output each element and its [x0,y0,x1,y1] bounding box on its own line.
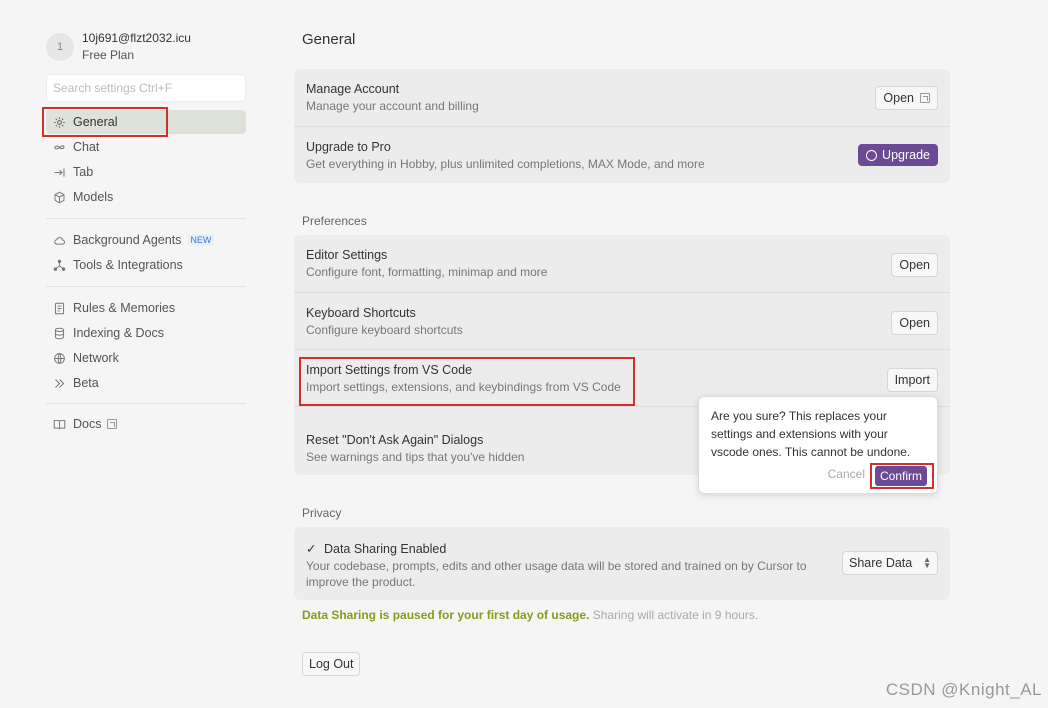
keyboard-shortcuts-row: Keyboard Shortcuts Configure keyboard sh… [294,292,950,349]
data-sharing-description: Your codebase, prompts, edits and other … [306,559,807,589]
gear-icon [52,115,66,129]
data-sharing-title: ✓ Data Sharing Enabled [306,542,447,556]
row-title: Import Settings from VS Code [306,363,473,377]
sidebar-divider [46,218,246,219]
manage-account-open-button[interactable]: Open [875,86,938,110]
sidebar-divider [46,286,246,287]
privacy-label: Privacy [302,506,342,520]
row-description: Get everything in Hobby, plus unlimited … [306,157,705,171]
editor-settings-row: Editor Settings Configure font, formatti… [294,235,950,292]
new-badge: NEW [187,234,215,246]
sidebar-item-network[interactable]: Network [46,346,246,370]
account-info[interactable]: 1 10j691@flzt2032.icu Free Plan [46,30,191,64]
search-input[interactable] [46,74,246,102]
sidebar-item-models[interactable]: Models [46,185,246,209]
sidebar-item-label: Tools & Integrations [73,258,183,272]
row-title: Reset "Don't Ask Again" Dialogs [306,433,484,447]
page-title: General [302,31,356,48]
data-sharing-notice: Data Sharing is paused for your first da… [302,608,759,622]
sidebar-item-label: Beta [73,376,99,390]
external-link-icon [920,93,930,103]
sidebar-item-label: Docs [73,417,102,431]
import-confirm-popover: Are you sure? This replaces your setting… [698,396,938,494]
row-title: Manage Account [306,82,400,96]
sidebar-item-label: General [73,115,118,129]
sidebar-item-label: Rules & Memories [73,301,176,315]
nodes-icon [52,258,66,272]
sidebar-item-tab[interactable]: Tab [46,160,246,184]
sidebar-item-indexing-docs[interactable]: Indexing & Docs [46,321,246,345]
sidebar-item-background-agents[interactable]: Background Agents NEW [46,228,246,252]
upgrade-button[interactable]: Upgrade [858,144,938,166]
privacy-card: ✓ Data Sharing Enabled Your codebase, pr… [294,527,950,600]
popover-message: Are you sure? This replaces your setting… [711,409,911,459]
import-button[interactable]: Import [886,368,938,392]
manage-account-row: Manage Account Manage your account and b… [294,69,950,126]
row-title: Editor Settings [306,248,388,262]
cloud-icon [52,233,66,247]
infinity-icon [52,140,66,154]
sidebar-item-general[interactable]: General [46,110,246,134]
sidebar-item-label: Models [73,190,114,204]
share-data-select[interactable]: Share Data ▲ ▼ [842,551,938,575]
cancel-button[interactable]: Cancel [828,467,865,481]
tab-arrow-icon [52,165,66,179]
row-description: See warnings and tips that you've hidden [306,450,525,464]
checkmark-icon: ✓ [306,542,317,556]
book-icon [52,417,66,431]
sidebar-item-beta[interactable]: Beta [46,371,246,395]
arrow-up-circle-icon [866,149,878,161]
upgrade-row: Upgrade to Pro Get everything in Hobby, … [294,126,950,183]
double-chevron-icon [52,376,66,390]
sidebar-item-label: Network [73,351,119,365]
editor-settings-open-button[interactable]: Open [891,253,938,277]
sidebar: 1 10j691@flzt2032.icu Free Plan General … [0,0,262,708]
sidebar-item-rules-memories[interactable]: Rules & Memories [46,296,246,320]
external-link-icon [107,419,118,429]
sidebar-item-label: Background Agents [73,233,182,247]
sidebar-item-label: Chat [73,140,100,154]
row-title: Upgrade to Pro [306,140,391,154]
database-icon [52,326,66,340]
document-icon [52,301,66,315]
sidebar-item-label: Tab [73,165,94,179]
watermark: CSDN @Knight_AL [885,680,1042,699]
logout-button[interactable]: Log Out [302,652,361,676]
sidebar-item-chat[interactable]: Chat [46,135,246,159]
cube-icon [52,190,66,204]
keyboard-shortcuts-open-button[interactable]: Open [891,311,938,335]
row-description: Configure font, formatting, minimap and … [306,265,548,279]
row-description: Configure keyboard shortcuts [306,323,463,337]
avatar[interactable]: 1 [46,33,74,61]
row-title: Keyboard Shortcuts [306,306,416,320]
row-description: Import settings, extensions, and keybind… [306,380,621,394]
sidebar-item-docs[interactable]: Docs [46,412,246,436]
row-description: Manage your account and billing [306,99,479,113]
globe-icon [52,351,66,365]
confirm-button[interactable]: Confirm [874,466,927,486]
updown-chevron-icon: ▲ ▼ [923,555,931,570]
account-plan: Free Plan [82,48,135,62]
account-card: Manage Account Manage your account and b… [294,69,950,183]
preferences-label: Preferences [302,214,367,228]
sidebar-item-tools-integrations[interactable]: Tools & Integrations [46,253,246,277]
sidebar-item-label: Indexing & Docs [73,326,165,340]
sidebar-divider [46,403,246,404]
account-email: 10j691@flzt2032.icu [82,31,191,45]
